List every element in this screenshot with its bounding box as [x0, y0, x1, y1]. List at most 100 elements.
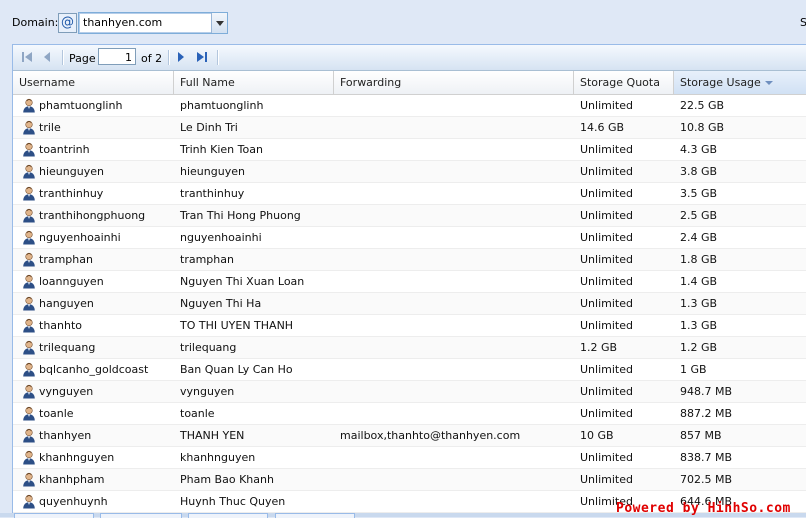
domain-toolbar: Domain: @ thanhyen.com S	[0, 0, 806, 44]
toolbar-separator	[168, 50, 170, 65]
cell-storage-quota: Unlimited	[580, 319, 633, 332]
cell-forwarding	[334, 205, 574, 226]
first-page-icon[interactable]	[21, 51, 33, 63]
cell-forwarding	[334, 227, 574, 248]
cell-forwarding	[334, 139, 574, 160]
table-row[interactable]: hieunguyen hieunguyen Unlimited 3.8 GB	[13, 161, 806, 183]
cell-username: loannguyen	[39, 275, 104, 288]
cell-forwarding	[334, 337, 574, 358]
sort-descending-icon	[764, 81, 773, 85]
table-row[interactable]: loannguyen Nguyen Thi Xuan Loan Unlimited 1…	[13, 271, 806, 293]
cell-full-name: toanle	[180, 407, 215, 420]
cell-storage-quota: Unlimited	[580, 363, 633, 376]
cell-storage-quota: Unlimited	[580, 473, 633, 486]
table-row[interactable]: hanguyen Nguyen Thi Ha Unlimited 1.3 GB	[13, 293, 806, 315]
bottom-button[interactable]	[275, 513, 355, 518]
table-row[interactable]: tranthihongphuong Tran Thi Hong Phuong Unl…	[13, 205, 806, 227]
cell-storage-quota: 14.6 GB	[580, 121, 625, 134]
cell-storage-usage: 10.8 GB	[680, 121, 725, 134]
cell-storage-usage: 1.3 GB	[680, 319, 718, 332]
cell-forwarding	[334, 381, 574, 402]
table-row[interactable]: trile Le Dinh Tri 14.6 GB 10.8 GB	[13, 117, 806, 139]
column-header-full-name[interactable]: Full Name	[174, 71, 334, 94]
cell-full-name: Nguyen Thi Xuan Loan	[180, 275, 305, 288]
table-row[interactable]: trilequang trilequang 1.2 GB 1.2 GB	[13, 337, 806, 359]
cell-storage-quota: Unlimited	[580, 143, 633, 156]
column-header-username[interactable]: Username	[13, 71, 174, 94]
grid-body: phamtuonglinh phamtuonglinh Unlimited 22.5 …	[13, 95, 806, 515]
table-row[interactable]: khanhnguyen khanhnguyen Unlimited 838.7 MB	[13, 447, 806, 469]
cell-username: khanhnguyen	[39, 451, 115, 464]
table-row[interactable]: tramphan tramphan Unlimited 1.8 GB	[13, 249, 806, 271]
table-row[interactable]: tranthinhuy tranthinhuy Unlimited 3.5 GB	[13, 183, 806, 205]
cell-storage-usage: 1.3 GB	[680, 297, 718, 310]
cell-forwarding	[334, 403, 574, 424]
column-header-storage-usage[interactable]: Storage Usage	[674, 71, 806, 94]
cell-storage-usage: 948.7 MB	[680, 385, 733, 398]
chevron-down-icon[interactable]	[211, 13, 227, 33]
cell-storage-quota: Unlimited	[580, 407, 633, 420]
cell-storage-usage: 2.4 GB	[680, 231, 718, 244]
cell-storage-usage: 3.5 GB	[680, 187, 718, 200]
bottom-button[interactable]	[14, 513, 94, 518]
prev-page-icon[interactable]	[41, 51, 53, 63]
next-page-icon[interactable]	[175, 51, 187, 63]
table-row[interactable]: bqlcanho_goldcoast Ban Quan Ly Can Ho Unli…	[13, 359, 806, 381]
cell-username: tranthinhuy	[39, 187, 104, 200]
cell-forwarding	[334, 315, 574, 336]
cell-username: nguyenhoainhi	[39, 231, 121, 244]
cell-full-name: tranthinhuy	[180, 187, 245, 200]
table-row[interactable]: thanhto TO THI UYEN THANH Unlimited 1.3 GB	[13, 315, 806, 337]
cell-storage-usage: 857 MB	[680, 429, 722, 442]
last-page-icon[interactable]	[196, 51, 208, 63]
cell-storage-usage: 22.5 GB	[680, 99, 725, 112]
cell-storage-quota: Unlimited	[580, 231, 633, 244]
grid-header: Username Full Name Forwarding Storage Qu…	[13, 71, 806, 95]
cell-full-name: vynguyen	[180, 385, 235, 398]
cell-forwarding	[334, 249, 574, 270]
domain-select-value[interactable]: thanhyen.com	[83, 16, 162, 29]
cell-username: trilequang	[39, 341, 96, 354]
cell-full-name: khanhnguyen	[180, 451, 256, 464]
table-row[interactable]: thanhyen THANH YEN mailbox,thanhto@thanhye…	[13, 425, 806, 447]
cell-username: bqlcanho_goldcoast	[39, 363, 149, 376]
cell-storage-usage: 838.7 MB	[680, 451, 733, 464]
cell-username: thanhyen	[39, 429, 92, 442]
cell-forwarding	[334, 95, 574, 116]
cell-forwarding	[334, 117, 574, 138]
table-row[interactable]: toanle toanle Unlimited 887.2 MB	[13, 403, 806, 425]
cell-forwarding	[334, 161, 574, 182]
cell-forwarding	[334, 183, 574, 204]
accounts-grid: Page 1 of 2 Username Full Name Forwardin…	[12, 44, 806, 516]
cell-storage-usage: 3.8 GB	[680, 165, 718, 178]
cell-storage-quota: Unlimited	[580, 385, 633, 398]
bottom-button[interactable]	[100, 513, 182, 518]
cell-forwarding	[334, 359, 574, 380]
bottom-button[interactable]	[188, 513, 268, 518]
cell-full-name: Pham Bao Khanh	[180, 473, 274, 486]
table-row[interactable]: toantrinh Trinh Kien Toan Unlimited 4.3 GB	[13, 139, 806, 161]
table-row[interactable]: nguyenhoainhi nguyenhoainhi Unlimited 2.4 G…	[13, 227, 806, 249]
page-count-label: of 2	[141, 52, 163, 65]
cell-full-name: Huynh Thuc Quyen	[180, 495, 286, 508]
cell-storage-usage: 887.2 MB	[680, 407, 733, 420]
cell-username: thanhto	[39, 319, 83, 332]
cell-full-name: Ban Quan Ly Can Ho	[180, 363, 293, 376]
page-number-input[interactable]: 1	[98, 48, 136, 65]
cell-forwarding: mailbox,thanhto@thanhyen.com	[340, 429, 521, 442]
table-row[interactable]: phamtuonglinh phamtuonglinh Unlimited 22.5 …	[13, 95, 806, 117]
domain-select[interactable]: thanhyen.com	[78, 12, 228, 34]
cell-full-name: phamtuonglinh	[180, 99, 264, 112]
truncated-label: S	[800, 16, 806, 29]
cell-full-name: trilequang	[180, 341, 237, 354]
column-header-forwarding[interactable]: Forwarding	[334, 71, 574, 94]
cell-forwarding	[334, 293, 574, 314]
cell-username: quyenhuynh	[39, 495, 108, 508]
cell-forwarding	[334, 447, 574, 468]
cell-forwarding	[334, 491, 574, 512]
table-row[interactable]: khanhpham Pham Bao Khanh Unlimited 702.5 MB	[13, 469, 806, 491]
table-row[interactable]: vynguyen vynguyen Unlimited 948.7 MB	[13, 381, 806, 403]
column-header-storage-quota[interactable]: Storage Quota	[574, 71, 674, 94]
cell-full-name: Tran Thi Hong Phuong	[180, 209, 301, 222]
cell-username: vynguyen	[39, 385, 94, 398]
